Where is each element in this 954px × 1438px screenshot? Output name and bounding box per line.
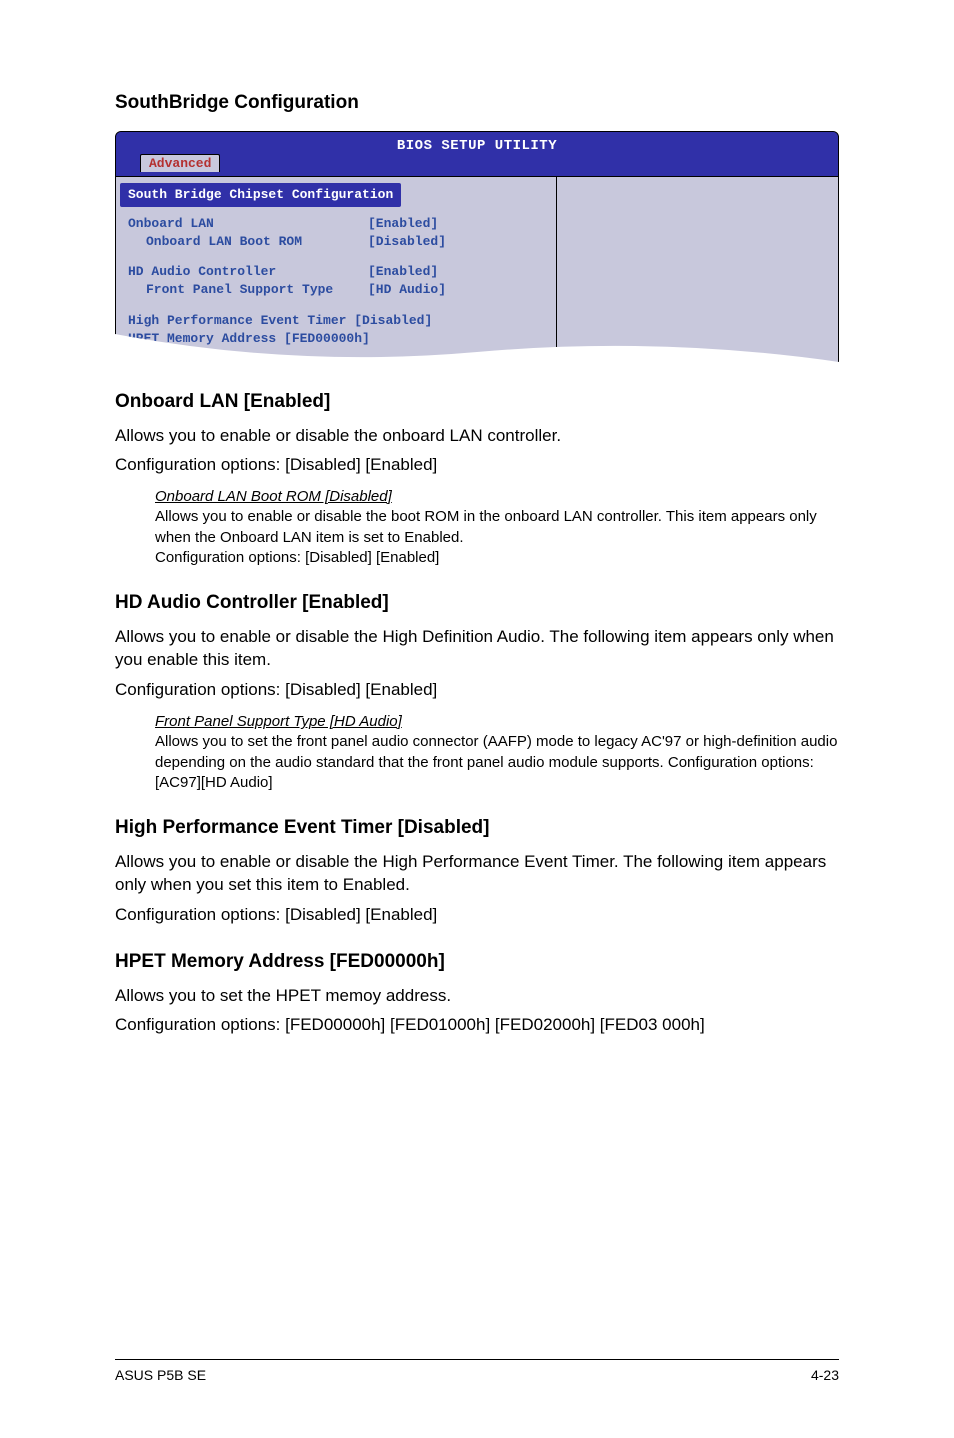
bios-value: [Enabled] xyxy=(368,263,438,281)
bios-value: [Enabled] xyxy=(368,215,438,233)
bios-row-hd-audio[interactable]: HD Audio Controller [Enabled] xyxy=(128,263,546,281)
heading-hpet-timer: High Performance Event Timer [Disabled] xyxy=(115,815,839,842)
footer-product: ASUS P5B SE xyxy=(115,1366,206,1386)
paragraph-front-panel-desc: Allows you to set the front panel audio … xyxy=(155,732,839,793)
footer-page-number: 4-23 xyxy=(811,1366,839,1386)
bios-tab-row: Advanced xyxy=(116,154,838,176)
bios-bottom-curve xyxy=(115,334,839,368)
bios-row-front-panel-support-type[interactable]: Front Panel Support Type [HD Audio] xyxy=(128,281,546,299)
heading-hd-audio: HD Audio Controller [Enabled] xyxy=(115,590,839,617)
paragraph-hpet-timer-opts: Configuration options: [Disabled] [Enabl… xyxy=(115,903,839,927)
bios-label: Onboard LAN Boot ROM xyxy=(128,233,368,251)
bios-title-bar: BIOS SETUP UTILITY xyxy=(116,132,838,154)
paragraph-hd-audio-desc: Allows you to enable or disable the High… xyxy=(115,625,839,673)
paragraph-onboard-lan-boot-rom-opts: Configuration options: [Disabled] [Enabl… xyxy=(155,548,839,568)
bios-screenshot: BIOS SETUP UTILITY Advanced South Bridge… xyxy=(115,131,839,367)
bios-line: High Performance Event Timer [Disabled] xyxy=(128,312,432,330)
bios-row-hpet-timer[interactable]: High Performance Event Timer [Disabled] xyxy=(128,312,546,330)
bios-group-title: South Bridge Chipset Configuration xyxy=(120,183,401,207)
bios-title-text: BIOS SETUP UTILITY xyxy=(397,138,557,154)
paragraph-onboard-lan-opts: Configuration options: [Disabled] [Enabl… xyxy=(115,453,839,477)
bios-value: [HD Audio] xyxy=(368,281,446,299)
subsection-front-panel-support-type: Front Panel Support Type [HD Audio] Allo… xyxy=(155,712,839,793)
paragraph-hpet-timer-desc: Allows you to enable or disable the High… xyxy=(115,850,839,898)
bios-label: Onboard LAN xyxy=(128,215,368,233)
heading-onboard-lan: Onboard LAN [Enabled] xyxy=(115,389,839,416)
paragraph-onboard-lan-desc: Allows you to enable or disable the onbo… xyxy=(115,424,839,448)
subheading-onboard-lan-boot-rom: Onboard LAN Boot ROM [Disabled] xyxy=(155,487,839,507)
bios-value: [Disabled] xyxy=(368,233,446,251)
paragraph-hpet-addr-opts: Configuration options: [FED00000h] [FED0… xyxy=(115,1013,839,1037)
subsection-onboard-lan-boot-rom: Onboard LAN Boot ROM [Disabled] Allows y… xyxy=(155,487,839,568)
heading-hpet-memory-address: HPET Memory Address [FED00000h] xyxy=(115,949,839,976)
bios-label: Front Panel Support Type xyxy=(128,281,368,299)
bios-window: BIOS SETUP UTILITY Advanced South Bridge… xyxy=(115,131,839,367)
bios-label: HD Audio Controller xyxy=(128,263,368,281)
page-footer: ASUS P5B SE 4-23 xyxy=(115,1359,839,1386)
subheading-front-panel-support-type: Front Panel Support Type [HD Audio] xyxy=(155,712,839,732)
heading-southbridge-config: SouthBridge Configuration xyxy=(115,90,839,117)
bios-row-onboard-lan[interactable]: Onboard LAN [Enabled] xyxy=(128,215,546,233)
bios-tab-advanced[interactable]: Advanced xyxy=(140,154,220,172)
paragraph-onboard-lan-boot-rom-desc: Allows you to enable or disable the boot… xyxy=(155,507,839,548)
paragraph-hpet-addr-desc: Allows you to set the HPET memoy address… xyxy=(115,984,839,1008)
bios-row-onboard-lan-boot-rom[interactable]: Onboard LAN Boot ROM [Disabled] xyxy=(128,233,546,251)
paragraph-hd-audio-opts: Configuration options: [Disabled] [Enabl… xyxy=(115,678,839,702)
